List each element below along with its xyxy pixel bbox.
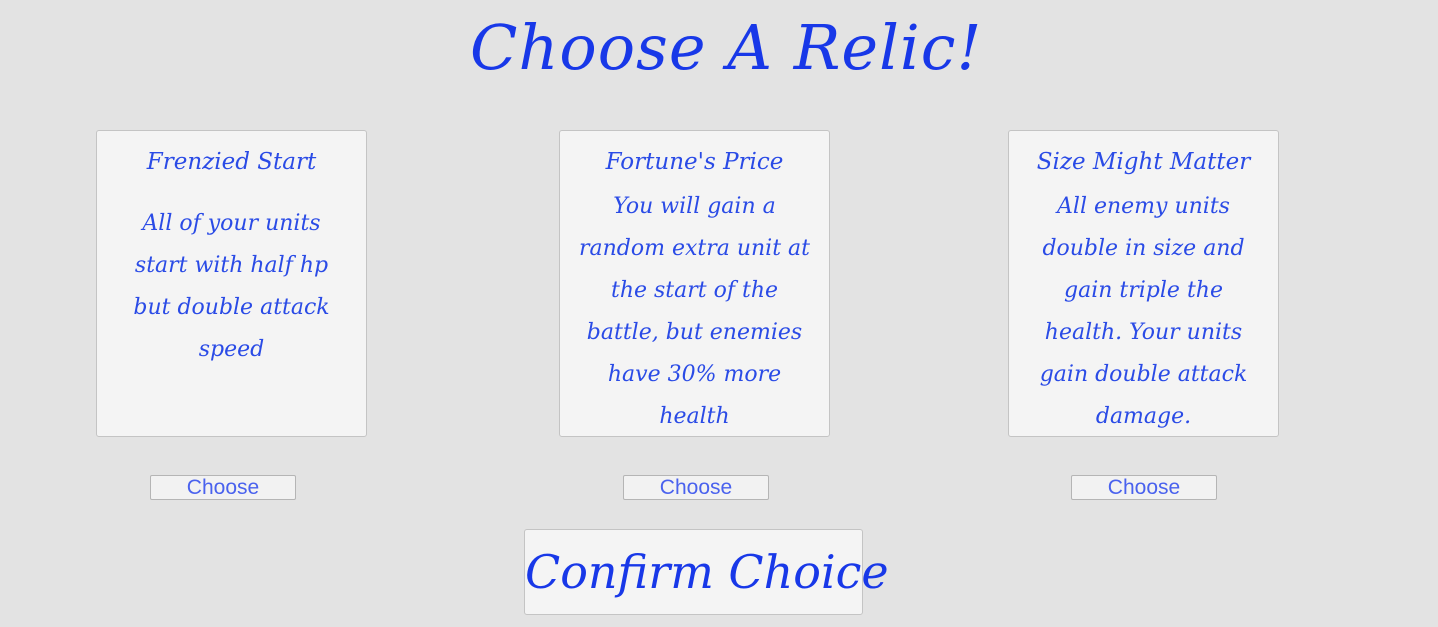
choose-button-size-might-matter[interactable]: Choose [1071,475,1217,500]
confirm-choice-button[interactable]: Confirm Choice [524,529,889,615]
relic-card-frenzied-start: Frenzied Start All of your units start w… [96,130,367,437]
relic-title: Size Might Matter [1036,149,1251,175]
relic-card-size-might-matter: Size Might Matter All enemy units double… [1008,130,1279,437]
relic-description: All of your units start with half hp but… [133,211,330,362]
choose-button-fortunes-price[interactable]: Choose [623,475,769,500]
relic-card-fortunes-price: Fortune's Price You will gain a random e… [559,130,830,437]
relic-description: All enemy units double in size and gain … [1039,194,1248,429]
page-title: Choose A Relic! [470,11,983,84]
choose-button-frenzied-start[interactable]: Choose [150,475,296,500]
relic-title: Fortune's Price [605,149,784,175]
relic-title: Frenzied Start [146,149,317,175]
relic-description: You will gain a random extra unit at the… [578,194,811,429]
